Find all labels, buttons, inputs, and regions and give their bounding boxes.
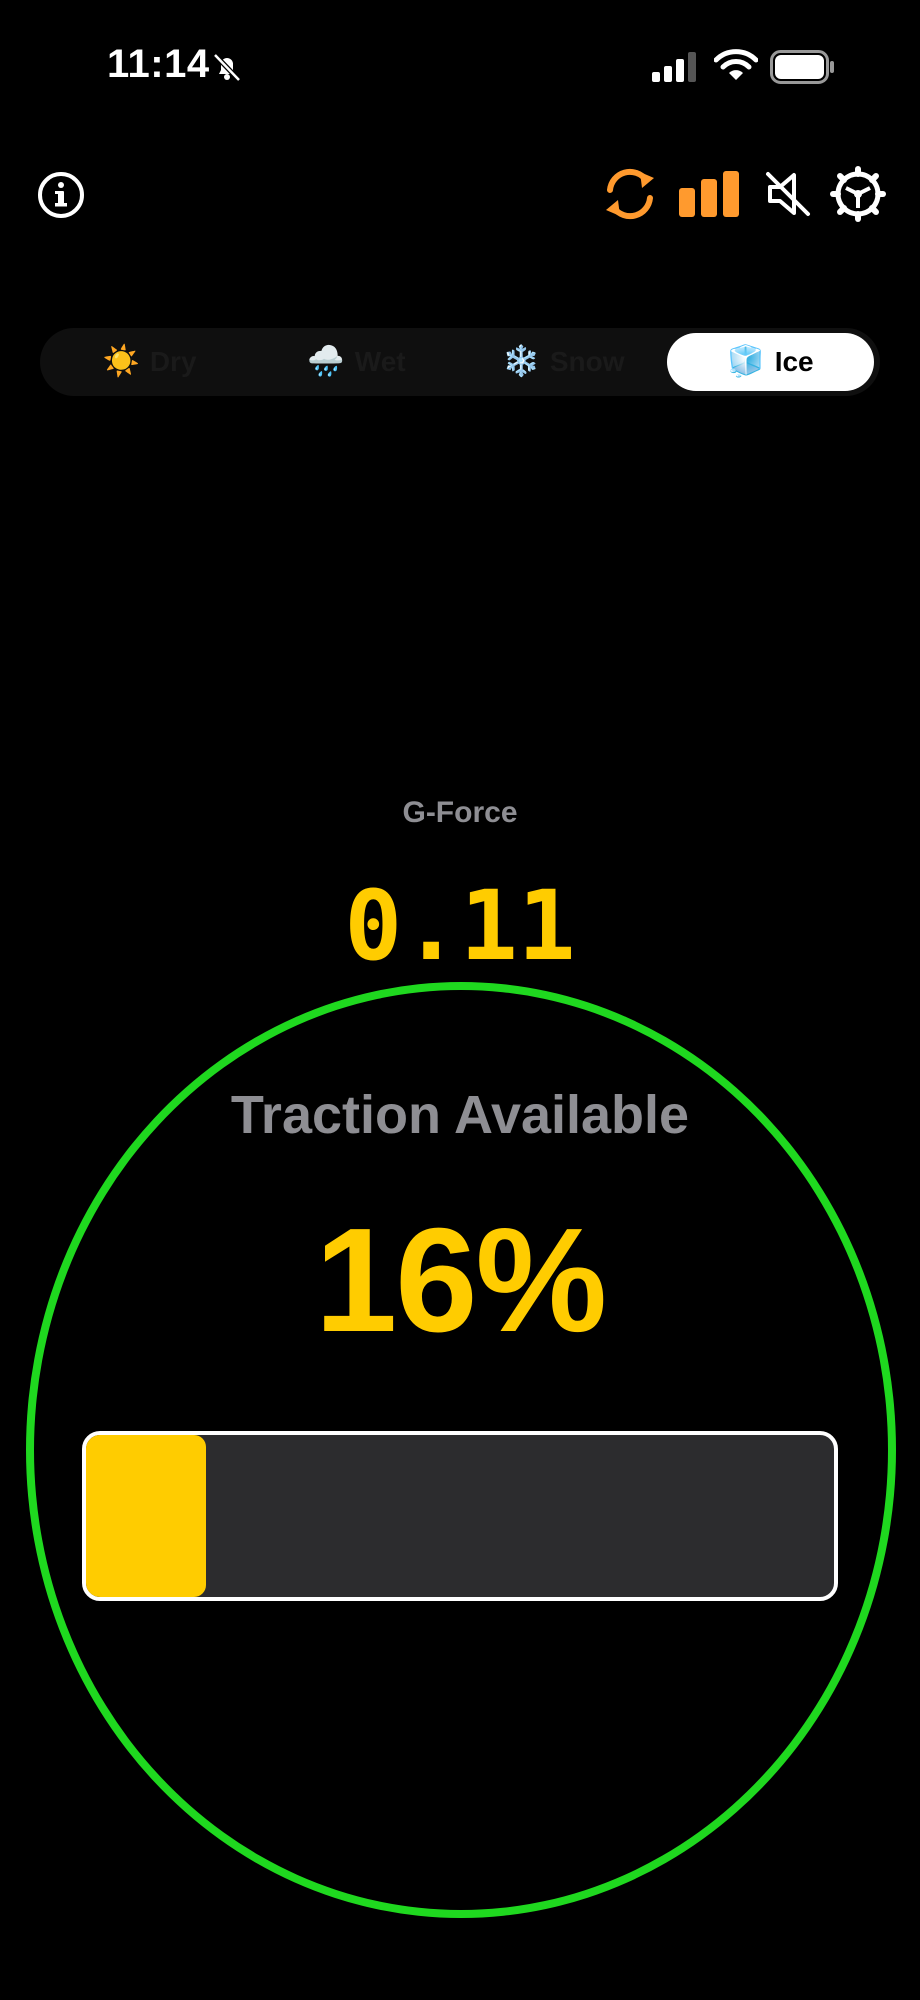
bar-chart-icon bbox=[679, 171, 739, 217]
ice-cube-icon: 🧊 bbox=[727, 345, 765, 378]
gforce-value: 0.11 bbox=[344, 870, 576, 982]
segment-wet[interactable]: 🌧️ Wet bbox=[253, 333, 460, 391]
stats-button[interactable] bbox=[678, 170, 740, 218]
segment-label: Dry bbox=[149, 346, 197, 377]
battery-full-icon bbox=[770, 50, 834, 84]
gforce-label: G-Force bbox=[402, 796, 518, 829]
speaker-muted-icon bbox=[766, 172, 810, 216]
snowflake-icon: ❄️ bbox=[502, 345, 540, 378]
segment-label: Ice bbox=[774, 346, 814, 377]
bell-slash-icon bbox=[213, 53, 241, 82]
info-button[interactable] bbox=[36, 170, 86, 220]
info-circle-icon bbox=[38, 172, 84, 218]
traction-progress-fill bbox=[86, 1435, 206, 1597]
traction-progress-bar bbox=[82, 1431, 838, 1601]
sun-icon: ☀️ bbox=[102, 345, 140, 378]
traction-screen: 11:14 ☀️ Dry 🌧️ Wet ❄️ Snow 🧊 Ice G-Forc… bbox=[0, 0, 920, 2000]
segment-label: Wet bbox=[354, 346, 406, 377]
traction-value: 16% bbox=[314, 1198, 607, 1363]
surface-selector: ☀️ Dry 🌧️ Wet ❄️ Snow 🧊 Ice bbox=[40, 328, 880, 396]
gear-icon bbox=[830, 166, 886, 222]
segment-label: Snow bbox=[549, 346, 625, 377]
cellular-signal-icon bbox=[652, 52, 696, 82]
traction-label: Traction Available bbox=[230, 1085, 690, 1145]
sync-icon bbox=[606, 168, 654, 220]
sync-button[interactable] bbox=[600, 164, 660, 224]
wifi-icon bbox=[714, 49, 758, 80]
settings-button[interactable] bbox=[830, 166, 886, 222]
status-time: 11:14 bbox=[107, 42, 210, 86]
segment-dry[interactable]: ☀️ Dry bbox=[46, 333, 253, 391]
segment-snow[interactable]: ❄️ Snow bbox=[460, 333, 667, 391]
mute-button[interactable] bbox=[762, 168, 814, 220]
rain-cloud-icon: 🌧️ bbox=[307, 345, 345, 378]
segment-ice[interactable]: 🧊 Ice bbox=[667, 333, 874, 391]
